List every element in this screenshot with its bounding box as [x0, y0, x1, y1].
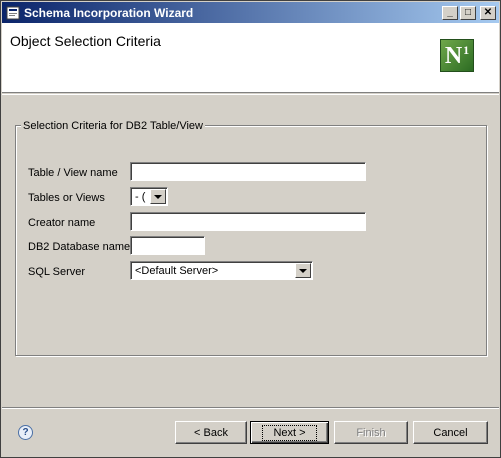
tables-or-views-select[interactable]: - (	[130, 187, 168, 206]
db2-database-name-label: DB2 Database name	[28, 241, 131, 253]
db2-database-name-input[interactable]	[130, 236, 205, 255]
finish-button: Finish	[334, 421, 408, 444]
wizard-header: Object Selection Criteria N1	[2, 23, 499, 93]
tables-or-views-label: Tables or Views	[28, 192, 105, 204]
app-icon	[6, 6, 20, 19]
sql-server-value: <Default Server>	[135, 264, 219, 277]
next-button-label: Next >	[262, 424, 317, 441]
n1-logo: N1	[440, 39, 474, 72]
sql-server-dropdown-button[interactable]	[295, 263, 311, 278]
creator-name-input[interactable]	[130, 212, 366, 231]
tables-or-views-dropdown-button[interactable]	[150, 189, 166, 204]
chevron-down-icon	[299, 268, 307, 273]
next-button[interactable]: Next >	[250, 421, 329, 444]
logo-superscript: 1	[463, 43, 470, 57]
window-title: Schema Incorporation Wizard	[24, 5, 194, 20]
title-bar[interactable]: Schema Incorporation Wizard _ □ ✕	[2, 2, 499, 23]
chevron-down-icon	[154, 194, 162, 199]
page-title: Object Selection Criteria	[10, 33, 161, 49]
logo-letter: N	[444, 43, 463, 69]
selection-criteria-legend: Selection Criteria for DB2 Table/View	[21, 120, 205, 132]
back-button[interactable]: < Back	[175, 421, 247, 444]
footer-divider	[2, 407, 499, 409]
minimize-button[interactable]: _	[442, 5, 458, 20]
header-divider	[2, 94, 499, 95]
close-button[interactable]: ✕	[480, 5, 496, 20]
cancel-button[interactable]: Cancel	[413, 421, 488, 444]
maximize-button[interactable]: □	[460, 5, 476, 20]
maximize-icon: □	[464, 6, 472, 18]
wizard-window: Schema Incorporation Wizard _ □ ✕ Object…	[0, 0, 501, 458]
creator-name-label: Creator name	[28, 217, 96, 229]
tables-or-views-value: - (	[135, 190, 146, 203]
table-view-name-label: Table / View name	[28, 167, 118, 179]
minimize-icon: _	[447, 6, 453, 18]
help-icon[interactable]: ?	[18, 425, 33, 440]
sql-server-label: SQL Server	[28, 266, 86, 278]
close-icon: ✕	[483, 6, 493, 18]
sql-server-select[interactable]: <Default Server>	[130, 261, 313, 280]
table-view-name-input[interactable]	[130, 162, 366, 181]
